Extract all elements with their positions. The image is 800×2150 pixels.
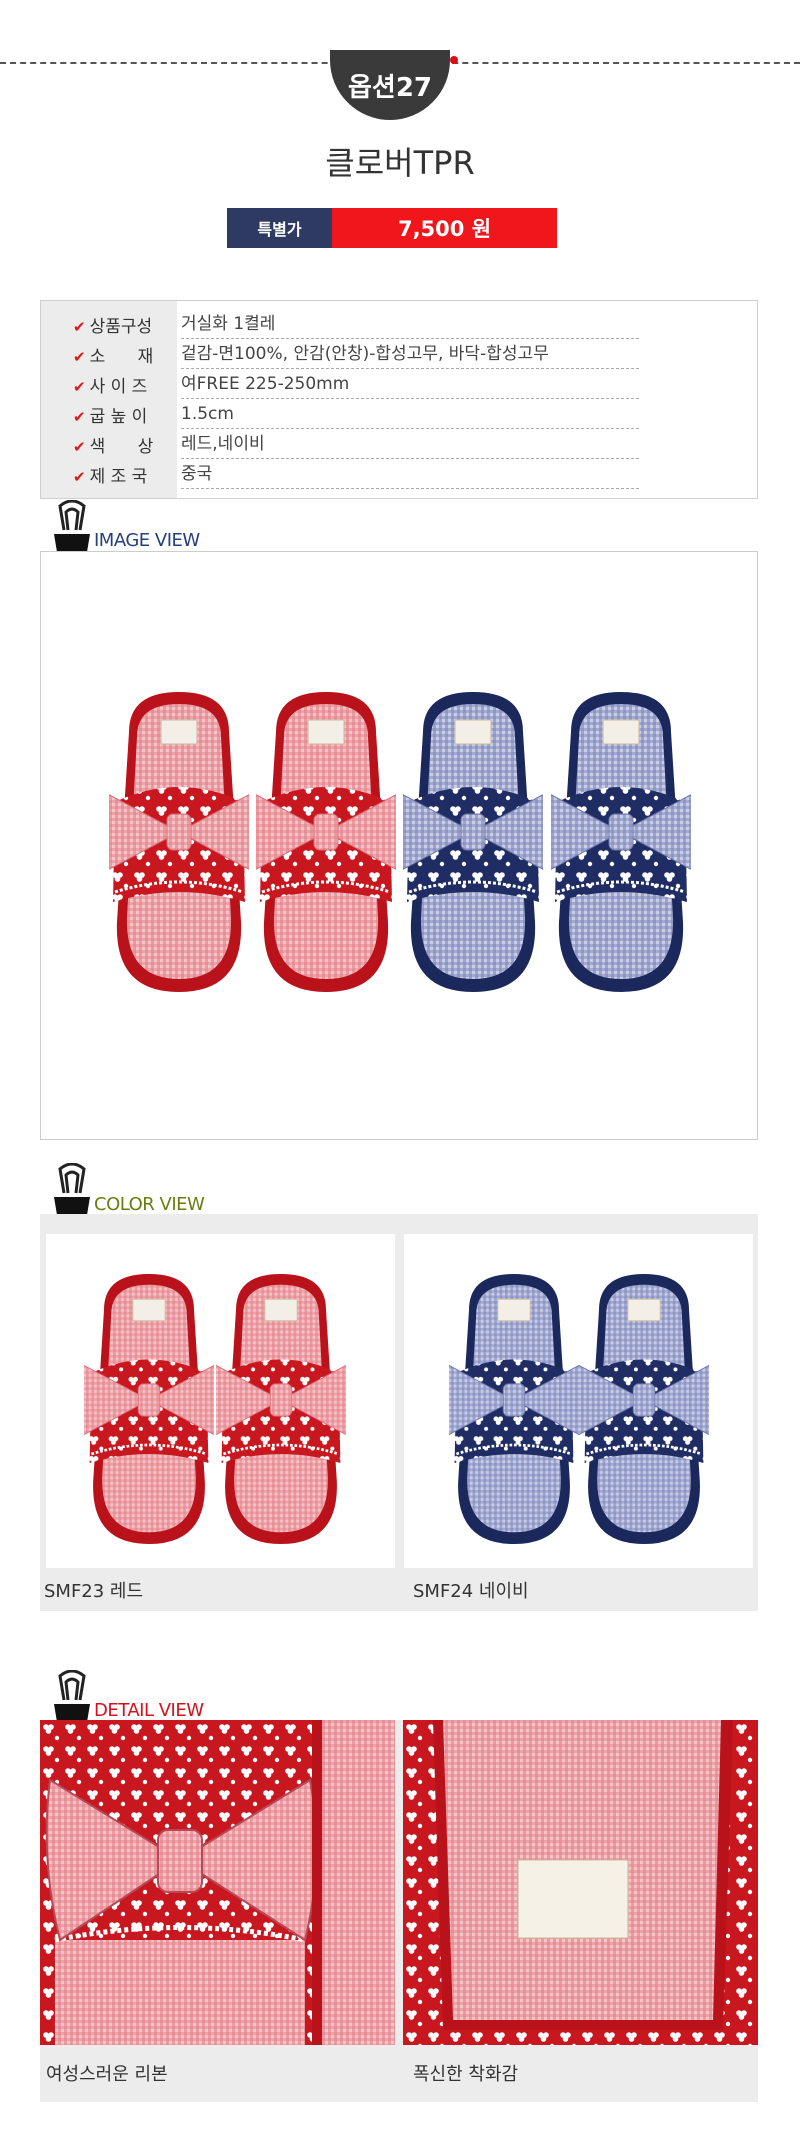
spec-value: 1.5cm	[181, 399, 639, 429]
badge-accent-dot	[450, 56, 458, 64]
check-icon: ✔	[73, 467, 86, 486]
red-slipper-image	[84, 1274, 346, 1544]
color-swatch-navy[interactable]	[404, 1234, 753, 1568]
spec-table: ✔ 상품구성 거실화 1켤레 ✔ 소 재 겉감-면100%, 안감(안창)-합성고무…	[40, 300, 758, 499]
price-box: 특별가 7,500 원	[227, 208, 557, 248]
spec-value: 레드,네이비	[181, 429, 639, 459]
color-caption: SMF24 네이비	[413, 1581, 529, 1602]
color-view-title: COLOR VIEW	[94, 1194, 205, 1215]
spec-row: ✔ 굽 높 이 1.5cm	[41, 399, 757, 429]
check-icon: ✔	[73, 317, 86, 336]
image-view-panel	[40, 551, 758, 1140]
spec-row: ✔ 상품구성 거실화 1켤레	[41, 309, 757, 339]
color-view-panel: SMF23 레드 SMF24 네이비	[40, 1214, 758, 1611]
product-image	[109, 690, 691, 994]
spec-value: 겉감-면100%, 안감(안창)-합성고무, 바닥-합성고무	[181, 339, 639, 369]
check-icon: ✔	[73, 437, 86, 456]
price-value: 7,500 원	[332, 208, 557, 248]
spec-value: 거실화 1켤레	[181, 309, 639, 339]
spec-value: 중국	[181, 459, 639, 489]
detail-caption: 폭신한 착화감	[413, 2064, 519, 2085]
check-icon: ✔	[73, 377, 86, 396]
image-view-title: IMAGE VIEW	[94, 530, 200, 551]
spec-row: ✔ 제 조 국 중국	[41, 459, 757, 489]
navy-slipper-image	[449, 1274, 709, 1544]
detail-caption: 여성스러운 리본	[46, 2064, 168, 2085]
detail-view-title: DETAIL VIEW	[94, 1700, 204, 1721]
price-label: 특별가	[227, 208, 332, 248]
product-name: 클로버TPR	[325, 144, 475, 182]
spec-value: 여FREE 225-250mm	[181, 369, 639, 399]
color-caption: SMF23 레드	[44, 1581, 144, 1602]
check-icon: ✔	[73, 407, 86, 426]
spec-row: ✔ 사 이 즈 여FREE 225-250mm	[41, 369, 757, 399]
check-icon: ✔	[73, 347, 86, 366]
detail-ribbon-image	[40, 1720, 395, 2045]
color-swatch-red[interactable]	[46, 1234, 395, 1568]
option-badge: 옵션27	[330, 50, 450, 120]
detail-insole-image	[403, 1720, 758, 2045]
detail-view-panel: 여성스러운 리본 폭신한 착화감	[40, 1720, 758, 2102]
spec-row: ✔ 소 재 겉감-면100%, 안감(안창)-합성고무, 바닥-합성고무	[41, 339, 757, 369]
spec-row: ✔ 색 상 레드,네이비	[41, 429, 757, 459]
